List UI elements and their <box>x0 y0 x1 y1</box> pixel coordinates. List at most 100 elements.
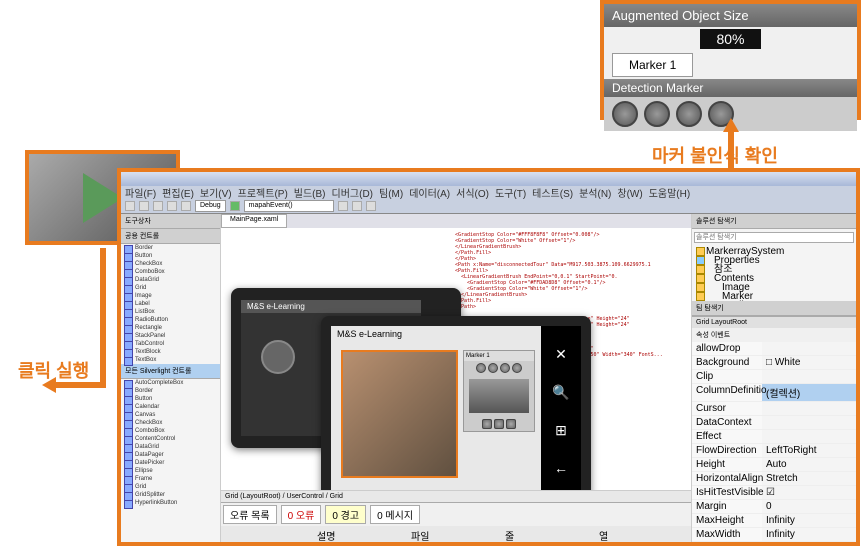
config-combo[interactable]: Debug <box>195 200 226 212</box>
toolbox-section[interactable]: 공용 컨트롤 <box>121 229 220 244</box>
property-row[interactable]: FlowDirectionLeftToRight <box>692 444 856 458</box>
target-combo[interactable]: mapahEvent() <box>244 200 334 212</box>
toolbar-button[interactable] <box>153 201 163 211</box>
toolbox-item[interactable]: Frame <box>121 475 220 483</box>
toolbox-item[interactable]: DataPager <box>121 451 220 459</box>
property-row[interactable]: HorizontalAlignStretch <box>692 472 856 486</box>
property-row[interactable]: Effect <box>692 430 856 444</box>
menu-item[interactable]: 파일(F) <box>125 185 156 200</box>
windows-icon[interactable]: ⊞ <box>552 422 570 440</box>
toolbox-item[interactable]: Ellipse <box>121 467 220 475</box>
toolbar-button[interactable] <box>338 201 348 211</box>
play-icon[interactable] <box>482 419 492 429</box>
column-header[interactable]: 파일 <box>411 528 501 543</box>
property-row[interactable]: Background□ White <box>692 356 856 370</box>
tree-item[interactable]: Marker <box>694 292 854 301</box>
toolbox-item[interactable]: ComboBox <box>121 268 220 276</box>
properties-tabs[interactable]: 속성 이벤트 <box>692 328 856 342</box>
toolbox-item[interactable]: GridSplitter <box>121 491 220 499</box>
menu-item[interactable]: 서식(O) <box>456 185 489 200</box>
toolbox-item[interactable]: Canvas <box>121 411 220 419</box>
toolbar-button[interactable] <box>167 201 177 211</box>
property-row[interactable]: MaxHeightInfinity <box>692 514 856 528</box>
property-value[interactable]: LeftToRight <box>762 444 856 457</box>
toolbar-button[interactable] <box>125 201 135 211</box>
property-value[interactable]: (컬렉션) <box>762 384 856 401</box>
toolbox-item[interactable]: Image <box>121 292 220 300</box>
filter-errors[interactable]: 0 오류 <box>281 505 322 524</box>
property-value[interactable]: Infinity <box>762 514 856 527</box>
tree-item[interactable]: Contents <box>694 274 854 283</box>
property-row[interactable]: HeightAuto <box>692 458 856 472</box>
phone-emulator-front[interactable]: M&S e-Learning Marker 1 <box>321 316 591 490</box>
run-button[interactable] <box>230 201 240 211</box>
column-header[interactable]: 줄 <box>505 528 595 543</box>
toolbox-item[interactable]: TabControl <box>121 340 220 348</box>
toolbox-item[interactable]: DataGrid <box>121 443 220 451</box>
property-value[interactable]: ☑ <box>762 486 856 499</box>
tree-item[interactable]: Image <box>694 283 854 292</box>
property-value[interactable]: 0 <box>762 500 856 513</box>
property-value[interactable]: □ White <box>762 356 856 369</box>
toolbox-item[interactable]: DataGrid <box>121 276 220 284</box>
breadcrumb[interactable]: Grid (LayoutRoot) / UserControl / Grid <box>221 490 691 502</box>
property-row[interactable]: MaxWidthInfinity <box>692 528 856 542</box>
search-icon[interactable]: 🔍 <box>552 384 570 402</box>
toolbox-item[interactable]: RadioButton <box>121 316 220 324</box>
column-header[interactable]: 열 <box>599 528 689 543</box>
toolbox-item[interactable]: StackPanel <box>121 332 220 340</box>
toolbar-button[interactable] <box>139 201 149 211</box>
toolbox-item[interactable]: Button <box>121 395 220 403</box>
toolbox-item[interactable]: Button <box>121 252 220 260</box>
stop-icon[interactable] <box>506 419 516 429</box>
menu-item[interactable]: 도구(T) <box>495 185 526 200</box>
toolbox-item[interactable]: ComboBox <box>121 427 220 435</box>
back-icon[interactable]: ← <box>552 460 570 478</box>
property-value[interactable] <box>762 402 856 415</box>
menu-item[interactable]: 편집(E) <box>162 185 194 200</box>
knob-icon[interactable] <box>476 363 486 373</box>
menu-item[interactable]: 디버그(D) <box>332 185 373 200</box>
toolbox-item[interactable]: Grid <box>121 284 220 292</box>
solution-tree[interactable]: MarkerraySystemProperties참조ContentsImage… <box>692 245 856 301</box>
tab-mainpage[interactable]: MainPage.xaml <box>221 214 287 228</box>
toolbox-item[interactable]: AutoCompleteBox <box>121 379 220 387</box>
close-icon[interactable]: ✕ <box>552 346 570 364</box>
pause-icon[interactable] <box>494 419 504 429</box>
property-row[interactable]: IsHitTestVisible☑ <box>692 486 856 500</box>
toolbox-item[interactable]: ListBox <box>121 308 220 316</box>
tab-error-list[interactable]: 오류 목록 <box>223 505 277 524</box>
property-value[interactable]: Stretch <box>762 472 856 485</box>
team-explorer-tab[interactable]: 팀 탐색기 <box>692 301 856 316</box>
toolbox-item[interactable]: CheckBox <box>121 419 220 427</box>
property-value[interactable] <box>762 370 856 383</box>
toolbox-item[interactable]: CheckBox <box>121 260 220 268</box>
menu-item[interactable]: 도움말(H) <box>649 185 690 200</box>
property-value[interactable] <box>762 416 856 429</box>
toolbox-item[interactable]: HyperlinkButton <box>121 499 220 507</box>
toolbox-item[interactable]: Rectangle <box>121 324 220 332</box>
property-row[interactable]: Cursor <box>692 402 856 416</box>
menu-item[interactable]: 빌드(B) <box>294 185 326 200</box>
toolbar[interactable]: Debug mapahEvent() <box>121 198 856 214</box>
knob-icon[interactable] <box>644 101 670 127</box>
knob-icon[interactable] <box>612 101 638 127</box>
filter-warnings[interactable]: 0 경고 <box>325 505 366 524</box>
menu-item[interactable]: 팀(M) <box>379 185 403 200</box>
knob-icon[interactable] <box>512 363 522 373</box>
property-value[interactable] <box>762 430 856 443</box>
menubar[interactable]: 파일(F)편집(E)보기(V)프로젝트(P)빌드(B)디버그(D)팀(M)데이터… <box>121 186 856 198</box>
menu-item[interactable]: 보기(V) <box>200 185 232 200</box>
toolbox-section[interactable]: 모든 Silverlight 컨트롤 <box>121 364 220 379</box>
toolbox-item[interactable]: Label <box>121 300 220 308</box>
toolbar-button[interactable] <box>352 201 362 211</box>
toolbar-button[interactable] <box>366 201 376 211</box>
column-header[interactable] <box>223 528 313 543</box>
filter-messages[interactable]: 0 메시지 <box>370 505 420 524</box>
solution-search-input[interactable] <box>694 232 854 243</box>
menu-item[interactable]: 테스트(S) <box>532 185 573 200</box>
toolbox-item[interactable]: Border <box>121 244 220 252</box>
property-value[interactable] <box>762 342 856 355</box>
toolbox-item[interactable]: TextBlock <box>121 348 220 356</box>
column-header[interactable]: 설명 <box>317 528 407 543</box>
